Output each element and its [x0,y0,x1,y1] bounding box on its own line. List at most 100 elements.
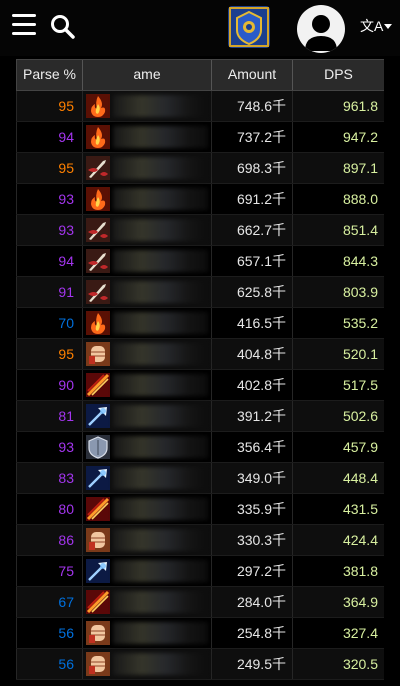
table-row[interactable]: 94 657.1千 844.3 [16,246,384,277]
dps-value: 897.1 [292,153,384,183]
player-name-cell[interactable] [82,463,211,493]
redacted-player-name [113,374,208,396]
table-row[interactable]: 86 330.3千 424.4 [16,525,384,556]
player-name-cell[interactable] [82,215,211,245]
amount-value: 416.5千 [211,308,292,338]
player-name-cell[interactable] [82,246,211,276]
player-name-cell[interactable] [82,184,211,214]
player-name-cell[interactable] [82,370,211,400]
amount-value: 698.3千 [211,153,292,183]
dps-value: 457.9 [292,432,384,462]
table-row[interactable]: 93 356.4千 457.9 [16,432,384,463]
slash-spec-icon [86,497,110,521]
table-row[interactable]: 70 416.5千 535.2 [16,308,384,339]
parse-percent: 93 [16,432,82,462]
dps-value: 888.0 [292,184,384,214]
parse-percent: 83 [16,463,82,493]
table-row[interactable]: 95 748.6千 961.8 [16,91,384,122]
redacted-player-name [113,281,208,303]
player-name-cell[interactable] [82,339,211,369]
parse-percent: 94 [16,122,82,152]
parse-percent: 94 [16,246,82,276]
parse-percent: 95 [16,339,82,369]
player-name-cell[interactable] [82,587,211,617]
user-avatar-icon[interactable] [297,5,345,53]
player-name-cell[interactable] [82,556,211,586]
fire-spec-icon [86,125,110,149]
column-header-parse[interactable]: Parse % [16,60,82,90]
redacted-player-name [113,436,208,458]
top-bar: 文A [0,0,400,56]
table-row[interactable]: 94 737.2千 947.2 [16,122,384,153]
table-row[interactable]: 80 335.9千 431.5 [16,494,384,525]
hamburger-menu-icon[interactable] [12,14,36,36]
parse-percent: 93 [16,184,82,214]
amount-value: 284.0千 [211,587,292,617]
table-row[interactable]: 56 254.8千 327.4 [16,618,384,649]
redacted-player-name [113,498,208,520]
table-header: Parse % ame Amount DPS [16,59,384,91]
player-name-cell[interactable] [82,277,211,307]
player-name-cell[interactable] [82,618,211,648]
table-row[interactable]: 93 662.7千 851.4 [16,215,384,246]
translate-icon: 文A [360,18,384,34]
player-name-cell[interactable] [82,308,211,338]
dps-value: 851.4 [292,215,384,245]
amount-value: 748.6千 [211,91,292,121]
player-name-cell[interactable] [82,432,211,462]
table-row[interactable]: 95 698.3千 897.1 [16,153,384,184]
redacted-player-name [113,653,208,675]
search-icon[interactable] [50,14,76,40]
fire-spec-icon [86,187,110,211]
ret-spec-icon [86,280,110,304]
parse-percent: 91 [16,277,82,307]
column-header-name[interactable]: ame [82,60,211,90]
column-header-dps[interactable]: DPS [292,60,384,90]
fist-spec-icon [86,342,110,366]
redacted-player-name [113,250,208,272]
column-header-amount[interactable]: Amount [211,60,292,90]
table-row[interactable]: 90 402.8千 517.5 [16,370,384,401]
player-name-cell[interactable] [82,525,211,555]
dps-value: 961.8 [292,91,384,121]
table-row[interactable]: 91 625.8千 803.9 [16,277,384,308]
language-selector[interactable]: 文A [360,16,394,36]
parse-percent: 95 [16,153,82,183]
table-row[interactable]: 93 691.2千 888.0 [16,184,384,215]
frost-spec-icon [86,404,110,428]
player-name-cell[interactable] [82,649,211,679]
redacted-player-name [113,622,208,644]
table-row[interactable]: 56 249.5千 320.5 [16,649,384,680]
player-name-cell[interactable] [82,122,211,152]
amount-value: 297.2千 [211,556,292,586]
frost-spec-icon [86,559,110,583]
table-row[interactable]: 81 391.2千 502.6 [16,401,384,432]
amount-value: 335.9千 [211,494,292,524]
amount-value: 402.8千 [211,370,292,400]
parse-percent: 75 [16,556,82,586]
damage-table: Parse % ame Amount DPS 95 748.6千 961.8 94 73… [16,59,384,680]
table-row[interactable]: 67 284.0千 364.9 [16,587,384,618]
parse-percent: 90 [16,370,82,400]
dps-value: 803.9 [292,277,384,307]
player-name-cell[interactable] [82,401,211,431]
player-name-cell[interactable] [82,91,211,121]
amount-value: 356.4千 [211,432,292,462]
dps-value: 517.5 [292,370,384,400]
table-row[interactable]: 83 349.0千 448.4 [16,463,384,494]
table-row[interactable]: 75 297.2千 381.8 [16,556,384,587]
player-name-cell[interactable] [82,494,211,524]
slash-spec-icon [86,590,110,614]
redacted-player-name [113,95,208,117]
ret-spec-icon [86,156,110,180]
ret-spec-icon [86,249,110,273]
dps-value: 381.8 [292,556,384,586]
redacted-player-name [113,126,208,148]
dps-value: 448.4 [292,463,384,493]
shield-spec-icon [86,435,110,459]
dps-value: 502.6 [292,401,384,431]
table-row[interactable]: 95 404.8千 520.1 [16,339,384,370]
parse-percent: 56 [16,618,82,648]
player-name-cell[interactable] [82,153,211,183]
guild-crest-logo[interactable] [228,6,270,48]
